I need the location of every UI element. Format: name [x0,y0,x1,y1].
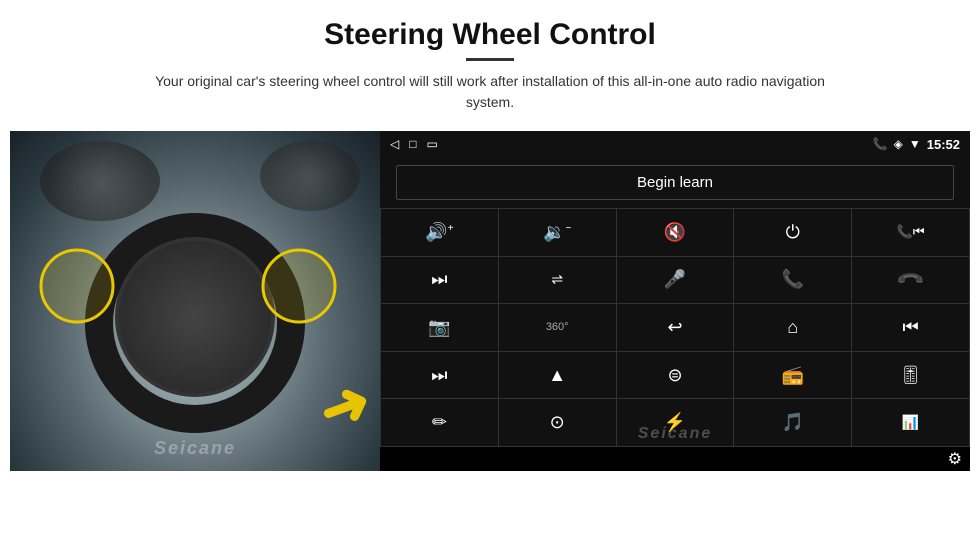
page-title: Steering Wheel Control [140,18,840,52]
status-time: 15:52 [927,137,960,152]
phone-icon: 📞 [782,269,804,290]
status-bar: ◁ □ ▭ 📞 ◈ ▼ 15:52 [380,131,970,157]
gauge-right [260,141,360,211]
hang-up-button[interactable]: 📞 [852,257,969,304]
music-icon: 🎵 [782,412,804,433]
camera-icon: 📷 [428,317,450,338]
equalizer-button[interactable]: ⊜ [617,352,734,399]
vol-mute-button[interactable]: 🔇 [617,209,734,256]
bottom-bar: ⚙ [380,447,970,471]
360-button[interactable]: 360° [499,304,616,351]
home-button[interactable]: ⌂ [734,304,851,351]
back-nav-icon[interactable]: ◁ [390,137,399,151]
hang-up-icon: 📞 [895,265,926,296]
skip-back-icon: ⏮ [902,317,918,338]
location-status-icon: ◈ [894,137,903,151]
360-icon: 360° [546,321,569,333]
steering-wheel-center [115,237,275,397]
music-button[interactable]: 🎵 [734,399,851,446]
back-icon: ↩ [667,317,682,338]
head-unit-wrapper: ◁ □ ▭ 📞 ◈ ▼ 15:52 Begin learn [380,131,970,471]
navigate-icon: ▲ [548,365,566,386]
button-circle-left [39,249,114,324]
title-underline [466,58,514,61]
title-section: Steering Wheel Control Your original car… [140,18,840,125]
home-icon: ⌂ [787,317,798,338]
bluetooth-button[interactable]: ⚡ [617,399,734,446]
fast-forward-button[interactable]: ⏭ [381,352,498,399]
controls-grid: 🔊+ 🔉− 🔇 ⏻ 📞⏮ ⏭ [380,208,970,447]
settings-icon[interactable]: ⚙ [948,449,962,469]
begin-learn-button[interactable]: Begin learn [396,165,954,200]
radio-icon: 📻 [782,365,804,386]
navigate-button[interactable]: ▲ [499,352,616,399]
subtitle: Your original car's steering wheel contr… [140,71,840,113]
bluetooth-icon: ⚡ [664,412,686,433]
bars-button[interactable]: 📊 [852,399,969,446]
camera-button[interactable]: 📷 [381,304,498,351]
vol-up-button[interactable]: 🔊+ [381,209,498,256]
content-row: ➜ Seicane ◁ □ ▭ 📞 ◈ ▼ 15:52 [10,131,970,471]
bars-icon: 📊 [902,414,919,431]
head-unit: ◁ □ ▭ 📞 ◈ ▼ 15:52 Begin learn [380,131,970,471]
power-icon: ⏻ [786,222,800,243]
begin-learn-section: Begin learn [380,157,970,208]
pen-button[interactable]: ✏ [381,399,498,446]
mic-button[interactable]: 🎤 [617,257,734,304]
mic-icon: 🎤 [664,269,686,290]
status-right: 📞 ◈ ▼ 15:52 [873,137,960,152]
fast-forward-icon: ⏭ [431,365,447,386]
recents-nav-icon[interactable]: ▭ [426,137,437,151]
pen-icon: ✏ [432,412,447,433]
status-left: ◁ □ ▭ [390,137,438,151]
vol-down-icon: 🔉− [543,222,571,243]
back-button[interactable]: ↩ [617,304,734,351]
page-wrapper: Steering Wheel Control Your original car… [0,0,980,544]
home-nav-icon[interactable]: □ [409,137,416,151]
vol-up-icon: 🔊+ [425,222,453,243]
equalizer-icon: ⊜ [667,365,682,386]
seicane-watermark-left: Seicane [154,438,236,459]
next-track-button[interactable]: ⏭ [381,257,498,304]
shuffle-button[interactable]: ⇌ [499,257,616,304]
radio-button[interactable]: 📻 [734,352,851,399]
skip-back-button[interactable]: ⏮ [852,304,969,351]
circle-button[interactable]: ⊙ [499,399,616,446]
power-button[interactable]: ⏻ [734,209,851,256]
vol-down-button[interactable]: 🔉− [499,209,616,256]
gauge-left [40,141,160,221]
button-circle-right [261,249,336,324]
wifi-status-icon: ▼ [909,137,921,151]
vol-mute-icon: 🔇 [664,222,686,243]
call-prev-icon: 📞⏮ [897,224,925,240]
mixer-button[interactable]: 🎚 [852,352,969,399]
circle-icon: ⊙ [550,412,565,433]
phone-button[interactable]: 📞 [734,257,851,304]
call-prev-button[interactable]: 📞⏮ [852,209,969,256]
phone-status-icon: 📞 [873,137,888,151]
shuffle-icon: ⇌ [551,271,563,288]
next-track-icon: ⏭ [431,269,447,290]
mixer-icon: 🎚 [899,365,922,386]
steering-wheel-image: ➜ Seicane [10,131,380,471]
